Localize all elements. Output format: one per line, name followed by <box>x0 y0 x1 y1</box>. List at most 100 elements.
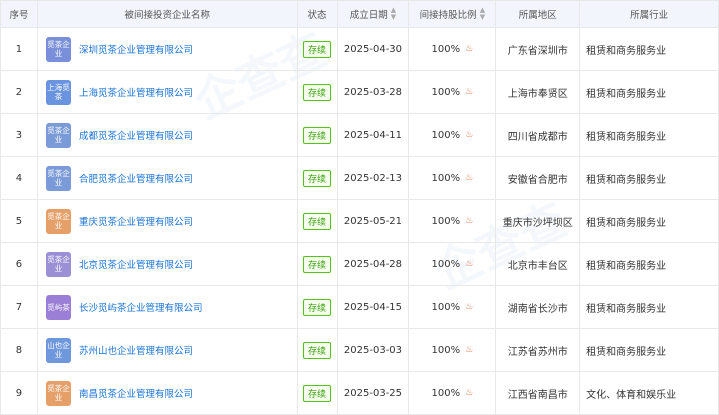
region: 江苏省苏州市 <box>496 329 581 371</box>
status-cell: 存续 <box>298 200 338 242</box>
ratio-cell: 100% ♨ <box>409 71 497 113</box>
equity-chain-icon[interactable]: ♨ <box>465 388 473 398</box>
company-logo: 觅茶企业 <box>45 251 71 277</box>
row-index: 8 <box>1 329 38 371</box>
company-name-link[interactable]: 北京觅茶企业管理有限公司 <box>79 257 193 271</box>
company-name-link[interactable]: 重庆觅茶企业管理有限公司 <box>79 214 193 228</box>
company-cell: 山也企业 苏州山也企业管理有限公司 <box>38 329 298 371</box>
equity-chain-icon[interactable]: ♨ <box>465 259 473 269</box>
establish-date: 2025-05-21 <box>338 200 410 242</box>
status-cell: 存续 <box>298 114 338 156</box>
status-badge: 存续 <box>303 384 332 402</box>
industry: 租赁和商务服务业 <box>580 329 719 371</box>
equity-chain-icon[interactable]: ♨ <box>465 173 473 183</box>
table-row: 5 觅茶企业 重庆觅茶企业管理有限公司 存续 2025-05-21 100% ♨… <box>0 200 719 243</box>
industry: 租赁和商务服务业 <box>580 28 719 70</box>
holding-ratio: 100% <box>431 215 461 227</box>
region: 北京市丰台区 <box>496 243 581 285</box>
company-logo: 觅茶企业 <box>45 380 71 406</box>
row-index: 2 <box>1 71 38 113</box>
sort-arrows-icon[interactable]: ▲ ▼ <box>480 7 485 21</box>
company-logo: 觅茶企业 <box>45 165 71 191</box>
industry: 租赁和商务服务业 <box>580 71 719 113</box>
status-cell: 存续 <box>298 243 338 285</box>
status-badge: 存续 <box>303 212 332 230</box>
company-cell: 觅屿茶 长沙觅屿茶企业管理有限公司 <box>38 286 298 328</box>
holding-ratio: 100% <box>431 258 461 270</box>
row-index: 5 <box>1 200 38 242</box>
company-cell: 觅茶企业 重庆觅茶企业管理有限公司 <box>38 200 298 242</box>
industry: 租赁和商务服务业 <box>580 157 719 199</box>
table-row: 4 觅茶企业 合肥觅茶企业管理有限公司 存续 2025-02-13 100% ♨… <box>0 157 719 200</box>
table-row: 1 觅茶企业 深圳觅茶企业管理有限公司 存续 2025-04-30 100% ♨… <box>0 28 719 71</box>
company-name-link[interactable]: 成都觅茶企业管理有限公司 <box>79 128 193 142</box>
sort-arrows-icon[interactable]: ▲ ▼ <box>391 7 396 21</box>
status-badge: 存续 <box>303 169 332 187</box>
status-cell: 存续 <box>298 71 338 113</box>
equity-chain-icon[interactable]: ♨ <box>465 302 473 312</box>
company-logo: 觅茶企业 <box>45 122 71 148</box>
ratio-cell: 100% ♨ <box>409 114 497 156</box>
table-row: 7 觅屿茶 长沙觅屿茶企业管理有限公司 存续 2025-04-15 100% ♨… <box>0 286 719 329</box>
company-logo: 山也企业 <box>45 337 71 363</box>
company-cell: 觅茶企业 北京觅茶企业管理有限公司 <box>38 243 298 285</box>
row-index: 6 <box>1 243 38 285</box>
holding-ratio: 100% <box>431 172 461 184</box>
company-cell: 觅茶企业 成都觅茶企业管理有限公司 <box>38 114 298 156</box>
status-badge: 存续 <box>303 126 332 144</box>
company-name-link[interactable]: 合肥觅茶企业管理有限公司 <box>79 171 193 185</box>
table-row: 9 觅茶企业 南昌觅茶企业管理有限公司 存续 2025-03-25 100% ♨… <box>0 372 719 415</box>
company-name-link[interactable]: 苏州山也企业管理有限公司 <box>79 343 193 357</box>
ratio-cell: 100% ♨ <box>409 329 497 371</box>
region: 上海市奉贤区 <box>496 71 581 113</box>
region: 安徽省合肥市 <box>496 157 581 199</box>
status-cell: 存续 <box>298 372 338 414</box>
company-name-link[interactable]: 上海觅茶企业管理有限公司 <box>79 85 193 99</box>
region: 湖南省长沙市 <box>496 286 581 328</box>
status-cell: 存续 <box>298 157 338 199</box>
equity-chain-icon[interactable]: ♨ <box>465 44 473 54</box>
row-index: 9 <box>1 372 38 414</box>
ratio-cell: 100% ♨ <box>409 200 497 242</box>
equity-chain-icon[interactable]: ♨ <box>465 130 473 140</box>
holding-ratio: 100% <box>431 86 461 98</box>
table-row: 8 山也企业 苏州山也企业管理有限公司 存续 2025-03-03 100% ♨… <box>0 329 719 372</box>
equity-chain-icon[interactable]: ♨ <box>465 345 473 355</box>
status-badge: 存续 <box>303 40 332 58</box>
row-index: 4 <box>1 157 38 199</box>
header-index: 序号 <box>1 1 38 27</box>
company-logo: 上海觅茶 <box>45 79 71 105</box>
table-row: 6 觅茶企业 北京觅茶企业管理有限公司 存续 2025-04-28 100% ♨… <box>0 243 719 286</box>
establish-date: 2025-03-03 <box>338 329 410 371</box>
table-header: 序号 被间接投资企业名称 状态 成立日期 ▲ ▼ 间接持股比例 ▲ ▼ 所属地区 所… <box>0 0 719 28</box>
row-index: 1 <box>1 28 38 70</box>
ratio-cell: 100% ♨ <box>409 286 497 328</box>
status-cell: 存续 <box>298 286 338 328</box>
row-index: 7 <box>1 286 38 328</box>
ratio-cell: 100% ♨ <box>409 243 497 285</box>
holding-ratio: 100% <box>431 129 461 141</box>
industry: 租赁和商务服务业 <box>580 200 719 242</box>
industry: 租赁和商务服务业 <box>580 114 719 156</box>
company-cell: 觅茶企业 南昌觅茶企业管理有限公司 <box>38 372 298 414</box>
establish-date: 2025-04-15 <box>338 286 410 328</box>
establish-date: 2025-02-13 <box>338 157 410 199</box>
industry: 文化、体育和娱乐业 <box>580 372 719 414</box>
status-cell: 存续 <box>298 329 338 371</box>
establish-date: 2025-04-28 <box>338 243 410 285</box>
region: 广东省深圳市 <box>496 28 581 70</box>
company-name-link[interactable]: 南昌觅茶企业管理有限公司 <box>79 386 193 400</box>
equity-chain-icon[interactable]: ♨ <box>465 87 473 97</box>
region: 四川省成都市 <box>496 114 581 156</box>
company-logo: 觅茶企业 <box>45 36 71 62</box>
indirect-investment-table: 序号 被间接投资企业名称 状态 成立日期 ▲ ▼ 间接持股比例 ▲ ▼ 所属地区 所… <box>0 0 719 415</box>
header-ratio[interactable]: 间接持股比例 ▲ ▼ <box>409 1 497 27</box>
row-index: 3 <box>1 114 38 156</box>
company-name-link[interactable]: 长沙觅屿茶企业管理有限公司 <box>79 300 203 314</box>
status-badge: 存续 <box>303 83 332 101</box>
header-date[interactable]: 成立日期 ▲ ▼ <box>338 1 410 27</box>
company-name-link[interactable]: 深圳觅茶企业管理有限公司 <box>79 42 193 56</box>
equity-chain-icon[interactable]: ♨ <box>465 216 473 226</box>
establish-date: 2025-04-30 <box>338 28 410 70</box>
holding-ratio: 100% <box>431 387 461 399</box>
